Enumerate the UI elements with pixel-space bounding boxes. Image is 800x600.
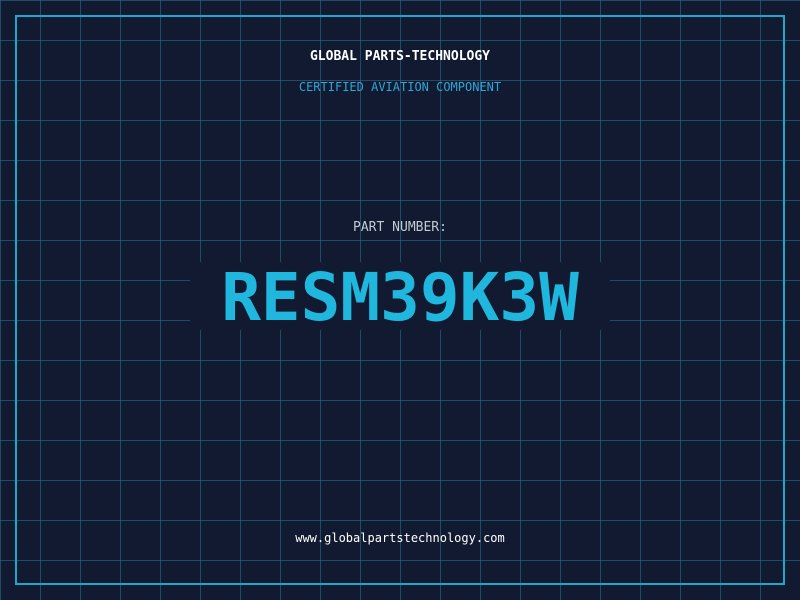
part-number-value: RESM39K3W — [221, 259, 579, 336]
company-title: GLOBAL PARTS-TECHNOLOGY — [309, 49, 490, 64]
label-canvas: GLOBAL PARTS-TECHNOLOGY CERTIFIED AVIATI… — [0, 0, 800, 600]
part-number-label: PART NUMBER: — [353, 220, 447, 235]
certification-tagline: CERTIFIED AVIATION COMPONENT — [298, 80, 502, 94]
website-url: www.globalpartstechnology.com — [295, 531, 505, 545]
